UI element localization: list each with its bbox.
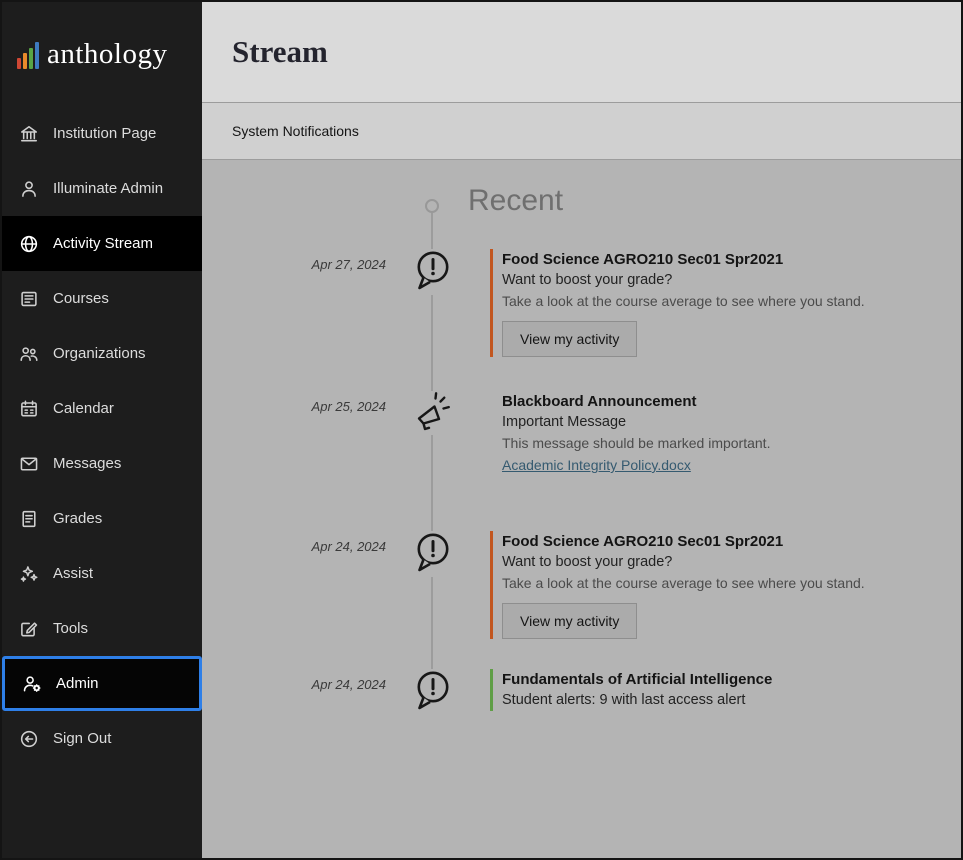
stream-item: Apr 24, 2024 Fundamentals of Artificial … [202,669,961,715]
timeline-start-dot [425,199,439,213]
sidebar-item-sign-out[interactable]: Sign Out [2,711,202,766]
stream-item-card: Food Science AGRO210 Sec01 Spr2021 Want … [490,531,921,639]
alert-bubble-icon [398,669,466,715]
institution-icon [19,124,39,144]
sidebar-item-label: Illuminate Admin [53,180,163,197]
page-title: Stream [232,34,328,70]
alert-bubble-icon [398,249,466,357]
stream-item-body: Fundamentals of Artificial Intelligence … [466,669,961,715]
page-header: Stream [202,2,961,103]
anthology-logo-text: anthology [47,38,168,71]
stream-item-title: Blackboard Announcement [502,391,921,412]
stream-item-body: Blackboard Announcement Important Messag… [466,391,961,475]
sidebar-item-admin[interactable]: Admin [2,656,202,711]
stream-item-text: This message should be marked important. [502,433,921,454]
envelope-icon [19,454,39,474]
sidebar-item-label: Activity Stream [53,235,153,252]
sidebar-item-messages[interactable]: Messages [2,436,202,491]
stream-item-date: Apr 25, 2024 [202,391,398,475]
stream-item-card: Fundamentals of Artificial Intelligence … [490,669,921,711]
tools-icon [19,619,39,639]
anthology-logo-icon [17,39,39,69]
sign-out-icon [19,729,39,749]
stream-item-title: Fundamentals of Artificial Intelligence [502,669,921,690]
stream-item-text: Important Message [502,412,921,433]
globe-icon [19,234,39,254]
stream-item-body: Food Science AGRO210 Sec01 Spr2021 Want … [466,249,961,357]
sidebar-item-tools[interactable]: Tools [2,601,202,656]
sidebar-item-label: Tools [53,620,88,637]
person-icon [19,179,39,199]
sidebar-item-label: Calendar [53,400,114,417]
announcement-icon [398,391,466,475]
subnav-bar: System Notifications [202,103,961,160]
stream-item-text: Take a look at the course average to see… [502,573,921,594]
sidebar-item-label: Messages [53,455,121,472]
sidebar-item-label: Grades [53,510,102,527]
sidebar-item-organizations[interactable]: Organizations [2,326,202,381]
main-pane: Stream System Notifications Recent Apr 2… [202,2,961,858]
stream-item-date: Apr 24, 2024 [202,531,398,639]
stream-item-text: Take a look at the course average to see… [502,291,921,312]
stream-item-text: Student alerts: 9 with last access alert [502,690,921,711]
sidebar-item-grades[interactable]: Grades [2,491,202,546]
sidebar-item-calendar[interactable]: Calendar [2,381,202,436]
stream-item-body: Food Science AGRO210 Sec01 Spr2021 Want … [466,531,961,639]
sidebar-item-courses[interactable]: Courses [2,271,202,326]
recent-section-title: Recent [468,183,961,219]
stream-item: Apr 27, 2024 Food Science AGRO210 Sec01 … [202,249,961,357]
view-my-activity-button[interactable]: View my activity [502,321,637,357]
sidebar-item-activity-stream[interactable]: Activity Stream [2,216,202,271]
stream-content: Recent Apr 27, 2024 Food Science AGRO210… [202,160,961,858]
sidebar-item-label: Assist [53,565,93,582]
stream-item-text: Want to boost your grade? [502,270,921,291]
courses-icon [19,289,39,309]
attachment-link[interactable]: Academic Integrity Policy.docx [502,457,691,473]
anthology-logo: anthology [2,2,202,106]
stream-item-date: Apr 27, 2024 [202,249,398,357]
sidebar-item-label: Courses [53,290,109,307]
sidebar-item-illuminate-admin[interactable]: Illuminate Admin [2,161,202,216]
tab-system-notifications[interactable]: System Notifications [232,123,359,139]
alert-bubble-icon [398,531,466,639]
sidebar: anthology Institution Page Illuminate Ad… [2,2,202,858]
stream-item-card: Food Science AGRO210 Sec01 Spr2021 Want … [490,249,921,357]
stream-item: Apr 25, 2024 Blackboard Announcement Imp… [202,391,961,475]
sidebar-item-label: Sign Out [53,730,111,747]
assist-icon [19,564,39,584]
sidebar-item-label: Admin [56,675,99,692]
sidebar-item-assist[interactable]: Assist [2,546,202,601]
grades-icon [19,509,39,529]
sidebar-item-label: Organizations [53,345,146,362]
view-my-activity-button[interactable]: View my activity [502,603,637,639]
stream-item-card: Blackboard Announcement Important Messag… [490,391,921,475]
stream-item-text: Want to boost your grade? [502,552,921,573]
app-window: anthology Institution Page Illuminate Ad… [0,0,963,860]
calendar-icon [19,399,39,419]
stream-item-date: Apr 24, 2024 [202,669,398,715]
sidebar-item-label: Institution Page [53,125,156,142]
sidebar-item-institution-page[interactable]: Institution Page [2,106,202,161]
stream-item-title: Food Science AGRO210 Sec01 Spr2021 [502,249,921,270]
organizations-icon [19,344,39,364]
stream-item: Apr 24, 2024 Food Science AGRO210 Sec01 … [202,531,961,639]
admin-gear-icon [22,674,42,694]
stream-item-title: Food Science AGRO210 Sec01 Spr2021 [502,531,921,552]
